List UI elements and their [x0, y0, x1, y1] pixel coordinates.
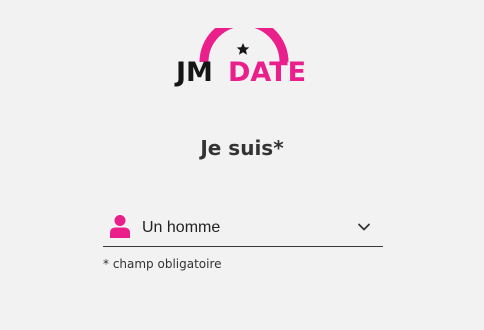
star-icon [236, 43, 250, 55]
page-title: Je suis* [200, 136, 284, 160]
chevron-down-icon[interactable] [357, 220, 371, 234]
person-icon [110, 215, 130, 238]
gender-select-value: Un homme [142, 219, 221, 236]
required-field-note: * champ obligatoire [103, 257, 222, 271]
brand-logo: JM DATE [170, 28, 318, 90]
logo-text-jm: JM [176, 57, 213, 88]
logo-text-date: DATE [228, 57, 307, 88]
gender-select[interactable]: Un homme [103, 212, 383, 247]
